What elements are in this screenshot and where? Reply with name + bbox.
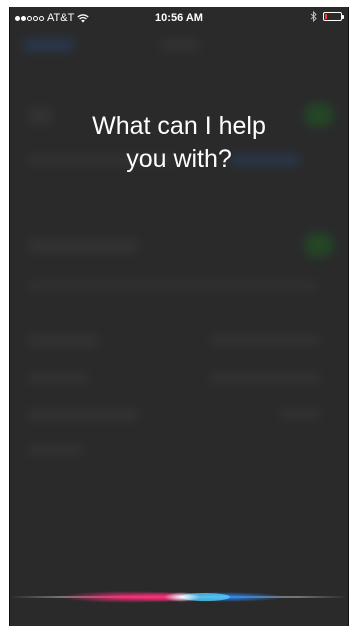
siri-prompt-line-1: What can I help (92, 112, 266, 140)
siri-screen: AT&T 10:56 AM What can I help you with? (9, 7, 349, 626)
bluetooth-icon (310, 11, 317, 22)
battery-icon (323, 12, 344, 21)
siri-waveform[interactable] (10, 572, 348, 622)
siri-prompt-line-2: you with? (126, 145, 232, 173)
status-bar: AT&T 10:56 AM (10, 7, 348, 27)
blurred-background-app (10, 7, 348, 626)
siri-prompt: What can I help you with? (10, 110, 348, 176)
status-time: 10:56 AM (155, 12, 203, 24)
